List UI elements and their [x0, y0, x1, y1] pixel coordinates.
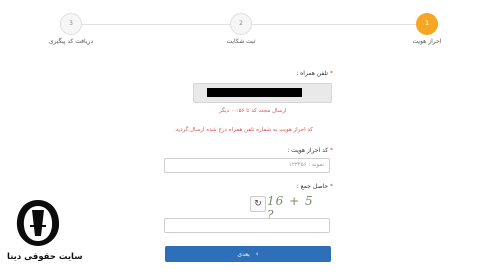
step-label: دریافت کد پیگیری: [48, 38, 94, 45]
step-number: 2: [230, 13, 252, 35]
code-sent-notice: کد احراز هویت به شماره تلفن همراه درج شد…: [174, 127, 313, 133]
step-tracking-code: 3 دریافت کد پیگیری: [26, 13, 116, 45]
step-label: احراز هویت: [412, 38, 442, 45]
resend-countdown: ارسال مجدد کد تا ۰۰:۵۶ دیگر: [219, 108, 287, 114]
phone-label-text: تلفن همراه :: [296, 70, 329, 77]
required-marker: *: [330, 183, 333, 190]
phone-field: [193, 83, 332, 103]
brand-name: سایت حقوقی دینا: [7, 252, 83, 262]
step-number: 3: [60, 13, 82, 35]
required-marker: *: [330, 70, 333, 77]
captcha-answer-input[interactable]: [164, 218, 330, 233]
redacted-phone-number: [207, 88, 302, 97]
captcha-label: * حاصل جمع :: [297, 183, 333, 190]
phone-label: * تلفن همراه :: [296, 70, 333, 77]
step-label: ثبت شکایت: [226, 38, 256, 45]
step-submit-complaint: 2 ثبت شکایت: [196, 13, 286, 45]
code-label-text: کد احراز هویت :: [287, 147, 329, 154]
captcha-label-text: حاصل جمع :: [296, 183, 329, 190]
step-identity-verification: 1 احراز هویت: [382, 13, 472, 45]
chevron-left-icon: ‹: [255, 250, 259, 258]
scales-logo-icon: [16, 200, 60, 246]
step-number: 1: [416, 13, 438, 35]
required-marker: *: [330, 147, 333, 154]
code-label: * کد احراز هویت :: [287, 147, 333, 154]
next-button-label: بعدی: [237, 251, 250, 258]
refresh-captcha-button[interactable]: ↻: [250, 196, 266, 212]
captcha-image: 16 + 5 ?: [267, 194, 314, 222]
refresh-icon: ↻: [254, 199, 262, 209]
next-button[interactable]: بعدی ‹: [165, 246, 331, 262]
verification-code-input[interactable]: نمونه : ۱۲۳۴۵۶: [164, 158, 330, 173]
